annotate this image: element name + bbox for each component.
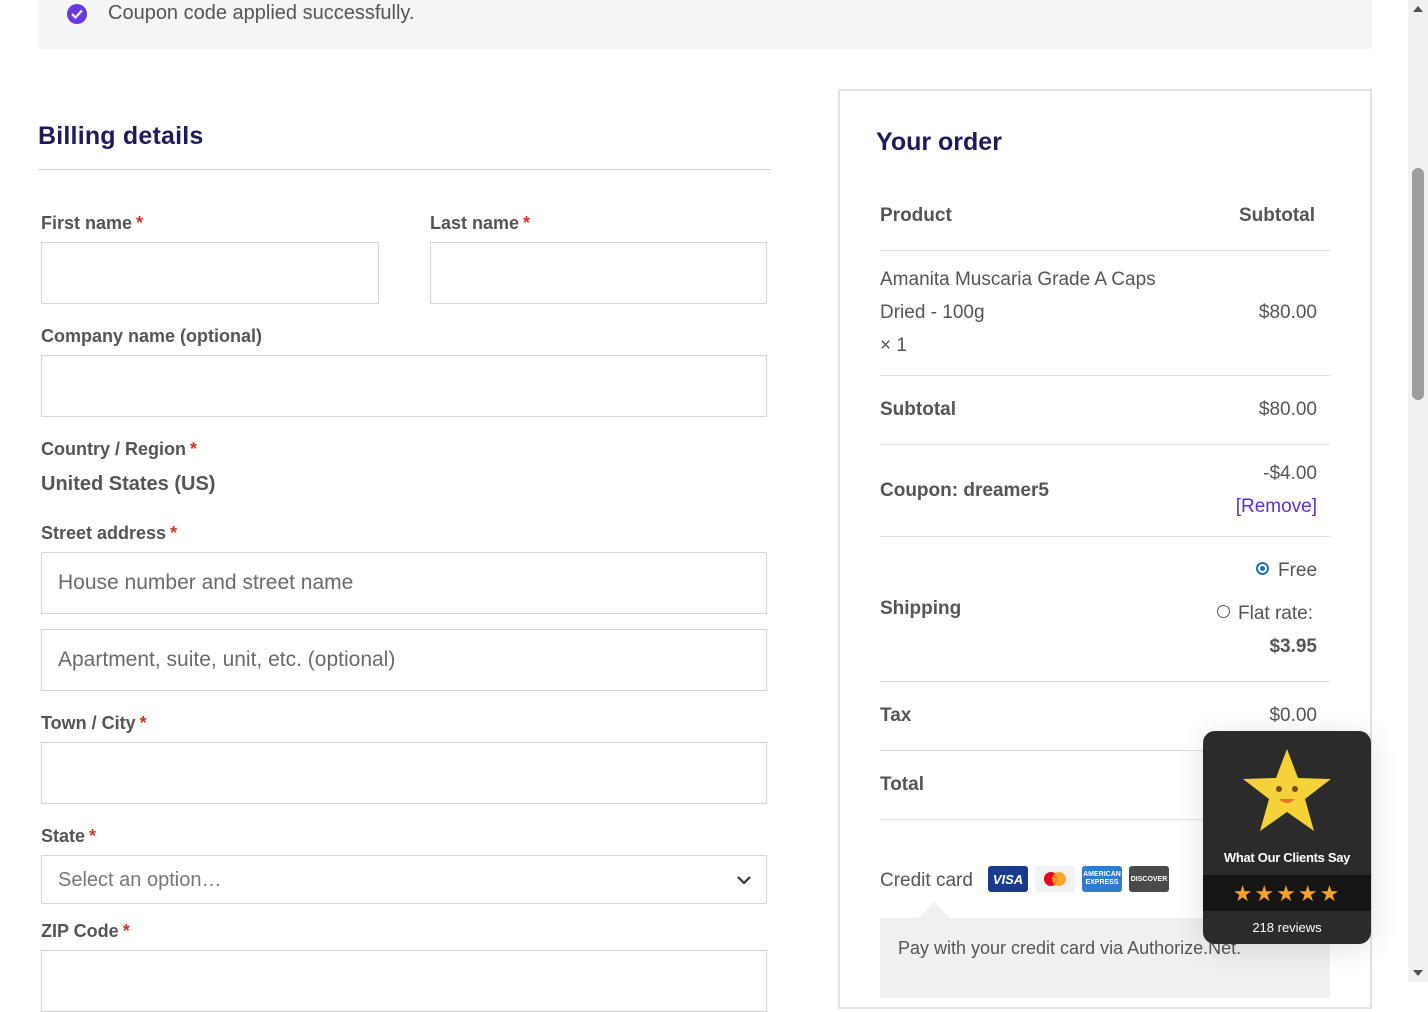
smiling-star-icon: [1241, 747, 1333, 838]
apartment-placeholder: Apartment, suite, unit, etc. (optional): [58, 648, 396, 671]
street-address-field[interactable]: House number and street name: [41, 552, 767, 614]
first-name-field[interactable]: [41, 242, 379, 304]
coupon-notice: Coupon code applied successfully.: [38, 0, 1372, 49]
state-select[interactable]: Select an option…: [41, 855, 767, 904]
col-subtotal: Subtotal: [1239, 205, 1315, 226]
subtotal-value: $80.00: [1258, 399, 1317, 420]
apartment-field[interactable]: Apartment, suite, unit, etc. (optional): [41, 629, 767, 691]
divider: [880, 681, 1330, 682]
tax-label: Tax: [880, 705, 912, 726]
shipping-flat-value: $3.95: [1269, 636, 1317, 657]
col-product: Product: [880, 205, 952, 226]
last-name-field[interactable]: [430, 242, 767, 304]
city-label: Town / City *: [41, 713, 147, 733]
divider: [880, 444, 1330, 445]
scroll-down-arrow-icon[interactable]: [1413, 970, 1423, 976]
company-label: Company name (optional): [41, 326, 263, 346]
street-label: Street address *: [41, 523, 178, 543]
shipping-free-radio[interactable]: [1256, 562, 1269, 575]
state-placeholder: Select an option…: [58, 869, 222, 891]
billing-title: Billing details: [38, 122, 204, 150]
item-variant: Dried - 100g: [880, 302, 985, 323]
shipping-free-label: Free: [1278, 560, 1318, 581]
first-name-label: First name *: [41, 213, 144, 233]
rating-stars: ★★★★★: [1232, 881, 1342, 906]
country-value: United States (US): [41, 473, 216, 495]
item-quantity: × 1: [880, 335, 907, 356]
mastercard-icon: [1035, 866, 1075, 892]
subtotal-label: Subtotal: [880, 399, 956, 420]
item-name: Amanita Muscaria Grade A Caps: [880, 269, 1156, 290]
company-field[interactable]: [41, 355, 767, 417]
scroll-up-arrow-icon[interactable]: [1413, 6, 1423, 12]
page-scrollbar[interactable]: [1408, 0, 1428, 982]
total-label: Total: [880, 774, 924, 795]
card-logos: VISA AMERICAN EXPRESS DISCOVER: [988, 866, 1169, 892]
item-price: $80.00: [1258, 302, 1317, 323]
street-placeholder: House number and street name: [58, 571, 354, 594]
divider: [38, 169, 771, 170]
notice-message: Coupon code applied successfully.: [108, 2, 415, 24]
state-label: State *: [41, 826, 97, 846]
divider: [880, 536, 1330, 537]
coupon-label: Coupon: dreamer5: [880, 480, 1049, 501]
remove-coupon-link[interactable]: [Remove]: [1200, 496, 1317, 518]
order-title: Your order: [876, 128, 1002, 156]
last-name-label: Last name *: [430, 213, 531, 233]
scroll-thumb[interactable]: [1412, 168, 1424, 400]
payment-note: Pay with your credit card via Authorize.…: [898, 938, 1242, 958]
chevron-down-icon: [736, 872, 752, 890]
review-count: 218 reviews: [1252, 920, 1322, 935]
divider: [880, 250, 1330, 251]
visa-icon: VISA: [988, 866, 1028, 892]
discover-icon: DISCOVER: [1129, 866, 1169, 892]
country-label: Country / Region *: [41, 439, 198, 459]
shipping-flat-label: Flat rate:: [1238, 603, 1313, 624]
check-circle-icon: [67, 4, 87, 24]
shipping-label: Shipping: [880, 598, 962, 619]
city-field[interactable]: [41, 742, 767, 804]
tax-value: $0.00: [1269, 705, 1317, 726]
widget-title: What Our Clients Say: [1223, 850, 1351, 865]
amex-icon: AMERICAN EXPRESS: [1082, 866, 1122, 892]
divider: [880, 375, 1330, 376]
pointer-arrow: [918, 902, 950, 918]
zip-field[interactable]: [41, 950, 767, 1012]
reviews-widget[interactable]: What Our Clients Say ★★★★★ 218 reviews: [1203, 731, 1371, 944]
coupon-value: -$4.00: [1263, 463, 1317, 484]
zip-label: ZIP Code *: [41, 921, 130, 941]
payment-method-label[interactable]: Credit card: [880, 870, 973, 892]
shipping-flat-radio[interactable]: [1217, 605, 1230, 618]
